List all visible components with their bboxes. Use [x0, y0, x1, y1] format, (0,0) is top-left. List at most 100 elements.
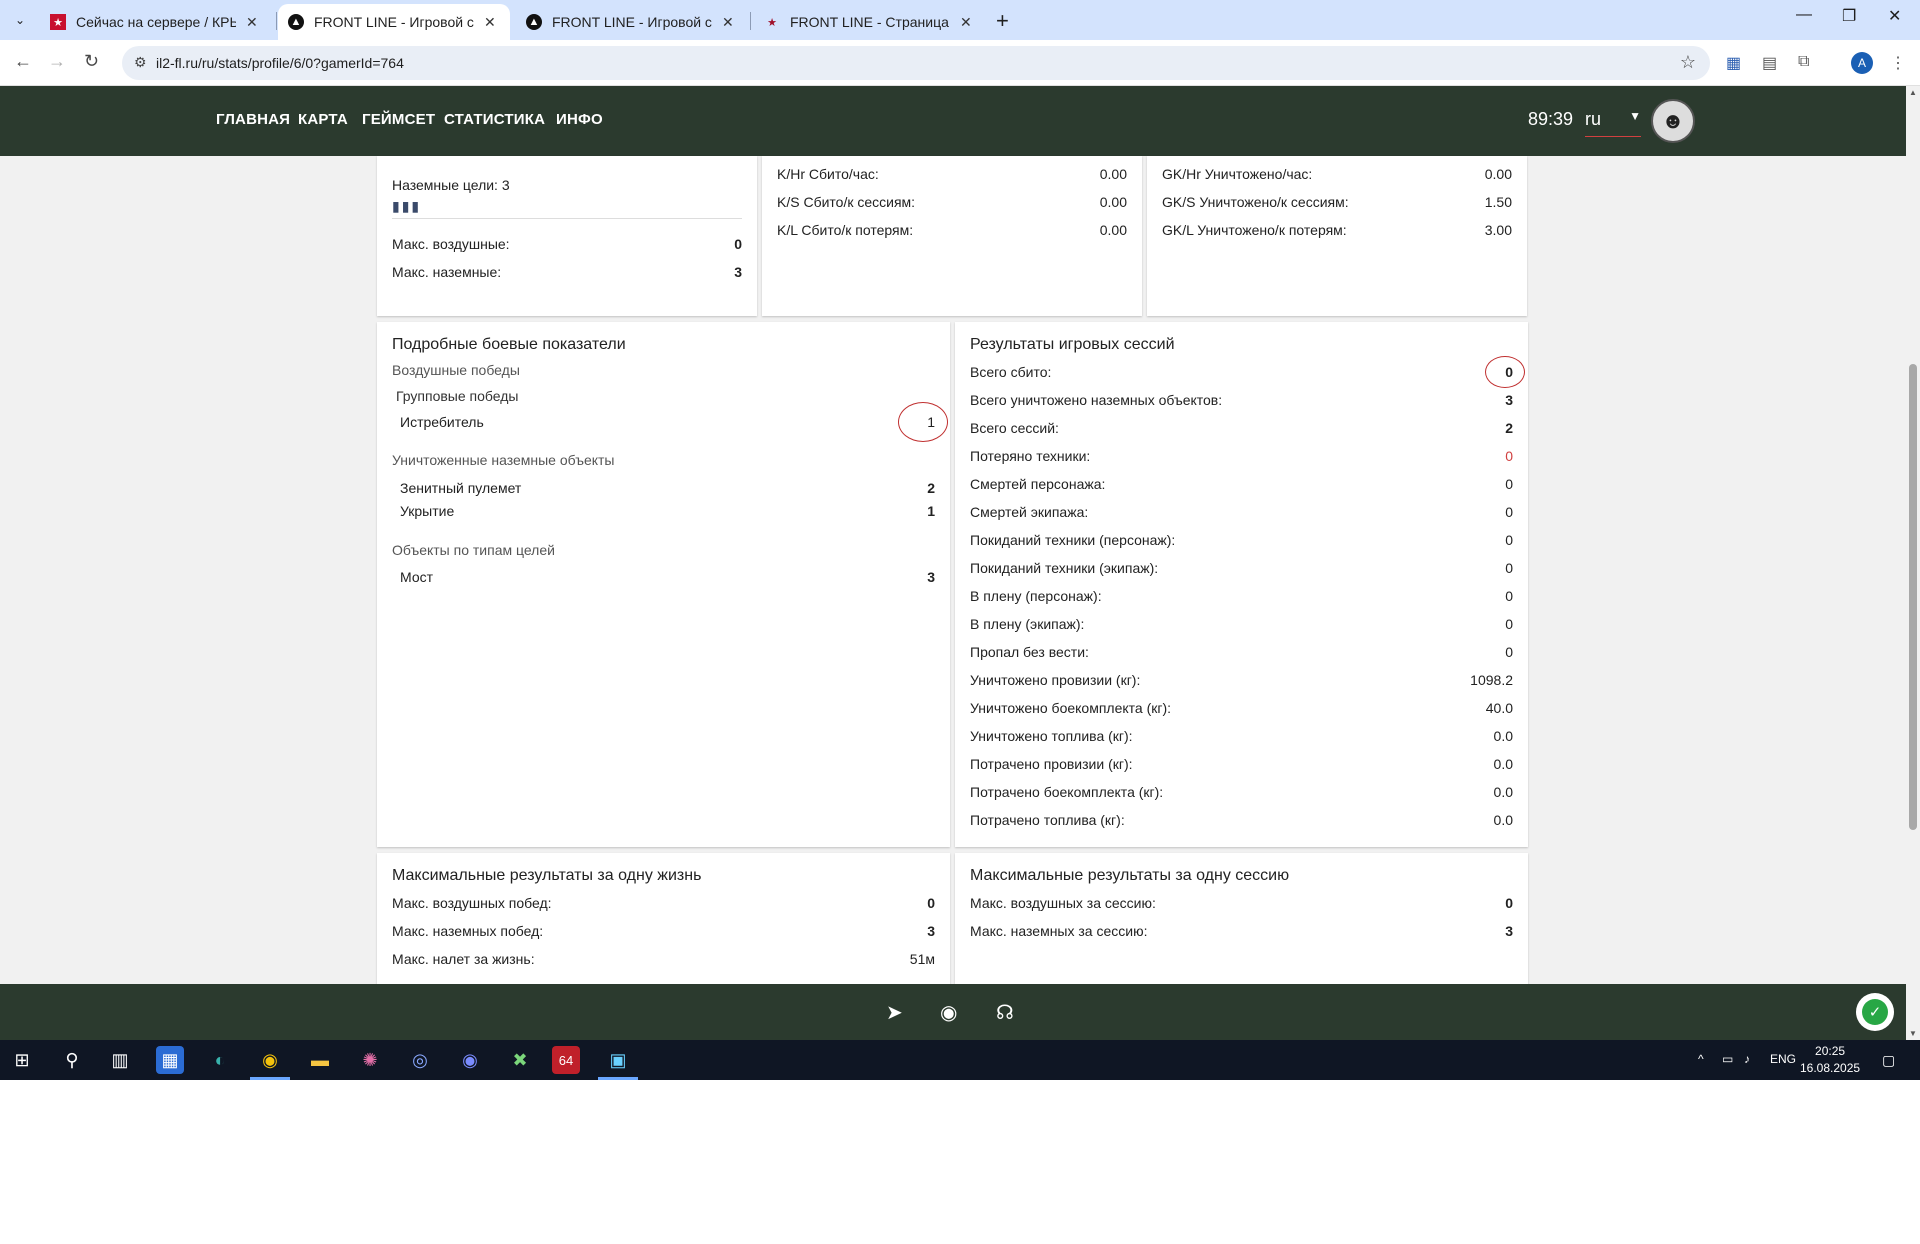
tab-close-icon[interactable]: ✕: [960, 14, 972, 31]
close-window-icon[interactable]: ✕: [1888, 6, 1901, 26]
profile-avatar[interactable]: A: [1851, 52, 1873, 74]
search-icon[interactable]: ⚲: [58, 1046, 86, 1074]
telegram-icon[interactable]: ➤: [886, 1000, 903, 1025]
stat-value: 0: [1505, 532, 1513, 548]
nav-gameset[interactable]: ГЕЙМСЕТ: [362, 111, 435, 128]
browser-menu-icon[interactable]: ⋮: [1890, 53, 1906, 73]
discord-taskbar-icon[interactable]: ◉: [456, 1046, 484, 1074]
support-headset-icon[interactable]: ☊: [996, 1000, 1014, 1025]
network-icon[interactable]: ▭: [1722, 1052, 1733, 1066]
section-by-target: Объекты по типам целей: [392, 542, 555, 558]
browser-tab-bar: ⌄ ★ Сейчас на сервере / КРЫЛЬЯ ✕ ▲ FRONT…: [0, 0, 1920, 40]
language-value: ru: [1585, 109, 1602, 129]
app-xbox-icon[interactable]: ✖: [506, 1046, 534, 1074]
edge-icon[interactable]: ◐: [206, 1046, 234, 1074]
stat-value: 0: [1505, 448, 1513, 464]
tab-search-icon[interactable]: ⌄: [8, 8, 32, 32]
stat-label: Всего сессий:: [970, 420, 1059, 436]
tab-1[interactable]: ★ Сейчас на сервере / КРЫЛЬЯ ✕: [40, 4, 268, 40]
file-explorer-icon[interactable]: ▬: [306, 1046, 334, 1074]
nav-map[interactable]: КАРТА: [298, 111, 348, 128]
app-octopus-icon[interactable]: ✺: [356, 1046, 384, 1074]
stat-label: Зенитный пулемет: [400, 480, 522, 496]
back-icon[interactable]: ←: [14, 51, 32, 72]
card-session-results: Результаты игровых сессий Всего сбито: 0 В…: [955, 322, 1528, 847]
site-favicon-icon: ★: [50, 14, 66, 30]
stat-label: Макс. воздушные:: [392, 236, 510, 252]
stat-row: K/L Сбито/к потерям: 0.00: [777, 222, 1127, 242]
stat-row: Макс. наземные: 3: [392, 264, 742, 284]
notifications-icon[interactable]: ▢: [1882, 1052, 1895, 1069]
tab-2[interactable]: ▲ FRONT LINE - Игровой серве ✕: [278, 4, 510, 40]
stat-value: 0.0: [1493, 756, 1513, 772]
site-favicon-icon: ★: [767, 16, 777, 29]
site-header: ГЛАВНАЯ КАРТА ГЕЙМСЕТ СТАТИСТИКА ИНФО 89…: [0, 86, 1906, 156]
app-circle-icon[interactable]: ◎: [406, 1046, 434, 1074]
stat-label: Макс. воздушных побед:: [392, 895, 552, 911]
nav-statistics[interactable]: СТАТИСТИКА: [444, 111, 545, 128]
reload-icon[interactable]: ↻: [84, 51, 99, 72]
stat-value: 0: [1505, 560, 1513, 576]
system-clock[interactable]: 20:25 16.08.2025: [1800, 1043, 1860, 1077]
tab-close-icon[interactable]: ✕: [246, 14, 258, 31]
calculator-icon[interactable]: ▦: [156, 1046, 184, 1074]
new-tab-icon[interactable]: +: [996, 8, 1009, 34]
nav-info[interactable]: ИНФО: [556, 111, 603, 128]
site-info-icon[interactable]: ⚙: [134, 54, 147, 71]
stat-label: В плену (экипаж):: [970, 616, 1085, 632]
security-shield-icon[interactable]: ✓: [1856, 993, 1894, 1031]
discord-icon[interactable]: ◉: [940, 1000, 957, 1025]
stat-label: Макс. налет за жизнь:: [392, 951, 535, 967]
input-language[interactable]: ENG: [1770, 1052, 1796, 1066]
page-scrollbar[interactable]: ▲ ▼: [1906, 86, 1920, 1040]
stat-label: Макс. наземные:: [392, 264, 502, 280]
address-bar[interactable]: ⚙ il2-fl.ru/ru/stats/profile/6/0?gamerId…: [122, 46, 1710, 80]
stat-label: В плену (персонаж):: [970, 588, 1102, 604]
stat-row: Всего сессий: 2: [970, 420, 1513, 440]
bookmark-star-icon[interactable]: ☆: [1680, 52, 1696, 73]
stat-value: 3: [734, 264, 742, 280]
chrome-icon[interactable]: ◉: [256, 1046, 284, 1074]
url-text[interactable]: il2-fl.ru/ru/stats/profile/6/0?gamerId=7…: [156, 55, 404, 71]
forward-icon[interactable]: →: [48, 51, 66, 72]
annotation-circle: [1485, 356, 1525, 388]
language-select[interactable]: ru ▼: [1585, 109, 1641, 137]
stat-value: 0.0: [1493, 784, 1513, 800]
stat-value: 0: [1505, 504, 1513, 520]
stat-value: 3: [1505, 392, 1513, 408]
stat-label: GK/L Уничтожено/к потерям:: [1162, 222, 1347, 238]
stat-row: Всего уничтожено наземных объектов: 3: [970, 392, 1513, 412]
scrollbar-thumb[interactable]: [1909, 364, 1917, 830]
tab-close-icon[interactable]: ✕: [484, 14, 496, 31]
task-view-icon[interactable]: ▥: [106, 1046, 134, 1074]
card-title: Подробные боевые показатели: [392, 336, 626, 353]
tab-3[interactable]: ▲ FRONT LINE - Игровой серве ✕: [516, 4, 744, 40]
stat-label: Потеряно техники:: [970, 448, 1091, 464]
extension-icon[interactable]: ▦: [1726, 53, 1741, 73]
section-air-victories: Воздушные победы: [392, 362, 520, 378]
tab-close-icon[interactable]: ✕: [722, 14, 734, 31]
card-title: Максимальные результаты за одну сессию: [970, 867, 1290, 884]
extension-icon[interactable]: ▤: [1762, 53, 1777, 73]
app-window-icon[interactable]: ▣: [604, 1046, 632, 1074]
stat-row: В плену (экипаж): 0: [970, 616, 1513, 636]
stat-row: Мост 3: [400, 569, 935, 589]
restore-icon[interactable]: ❐: [1842, 6, 1856, 26]
tab-4[interactable]: ★ FRONT LINE - Страница 17 - В ✕: [754, 4, 982, 40]
volume-icon[interactable]: ♪: [1744, 1052, 1750, 1066]
scroll-down-icon[interactable]: ▼: [1909, 1029, 1917, 1038]
tab-separator: [750, 12, 751, 30]
nav-home[interactable]: ГЛАВНАЯ: [216, 111, 290, 128]
start-windows-icon[interactable]: ⊞: [8, 1046, 36, 1074]
extensions-puzzle-icon[interactable]: ⧉: [1798, 53, 1809, 71]
stat-row: Зенитный пулемет 2: [400, 480, 935, 500]
ground-targets-text: Наземные цели: 3: [392, 177, 742, 197]
user-avatar[interactable]: ☻: [1651, 99, 1695, 143]
stat-label: Всего сбито:: [970, 364, 1052, 380]
stat-value: 0.0: [1493, 728, 1513, 744]
scroll-up-icon[interactable]: ▲: [1909, 88, 1917, 97]
stat-value: 1: [927, 503, 935, 519]
app-64-icon[interactable]: 64: [552, 1046, 580, 1074]
tray-chevron-up-icon[interactable]: ^: [1698, 1052, 1704, 1066]
minimize-icon[interactable]: —: [1796, 6, 1812, 24]
